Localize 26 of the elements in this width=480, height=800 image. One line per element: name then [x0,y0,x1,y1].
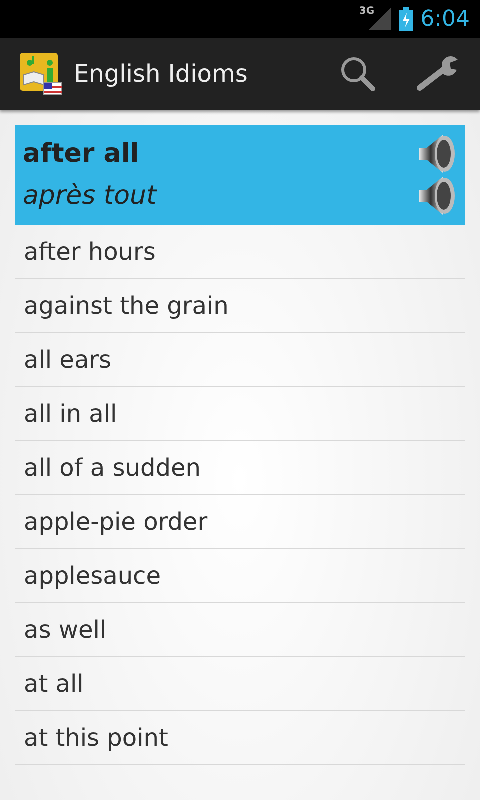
clock-time: 6:04 [420,6,470,32]
idiom-item[interactable]: all ears [24,346,112,374]
speaker-icon [417,134,457,174]
speaker-icon [417,176,457,216]
wrench-icon [416,56,460,92]
idiom-item[interactable]: at this point [24,724,168,752]
idiom-item[interactable]: apple-pie order [24,508,208,536]
battery-icon [398,7,413,31]
app-logo-icon [20,53,62,95]
play-translation-button[interactable] [417,176,457,216]
idiom-item[interactable]: as well [24,616,107,644]
app-title: English Idioms [74,60,249,88]
idiom-item[interactable]: against the grain [24,292,229,320]
idiom-translation: après tout [23,181,157,211]
idiom-item[interactable]: applesauce [24,562,161,590]
idiom-item[interactable]: after hours [24,238,156,266]
settings-button[interactable] [416,56,460,92]
idiom-item[interactable]: all of a sudden [24,454,201,482]
search-button[interactable] [340,56,376,92]
idiom-item[interactable]: all in all [24,400,118,428]
network-label: 3G [359,6,375,17]
play-phrase-button[interactable] [417,134,457,174]
idiom-phrase: after all [23,139,140,169]
idiom-item[interactable]: at all [24,670,84,698]
search-icon [340,56,376,92]
selected-entry[interactable]: after all après tout [15,125,465,225]
